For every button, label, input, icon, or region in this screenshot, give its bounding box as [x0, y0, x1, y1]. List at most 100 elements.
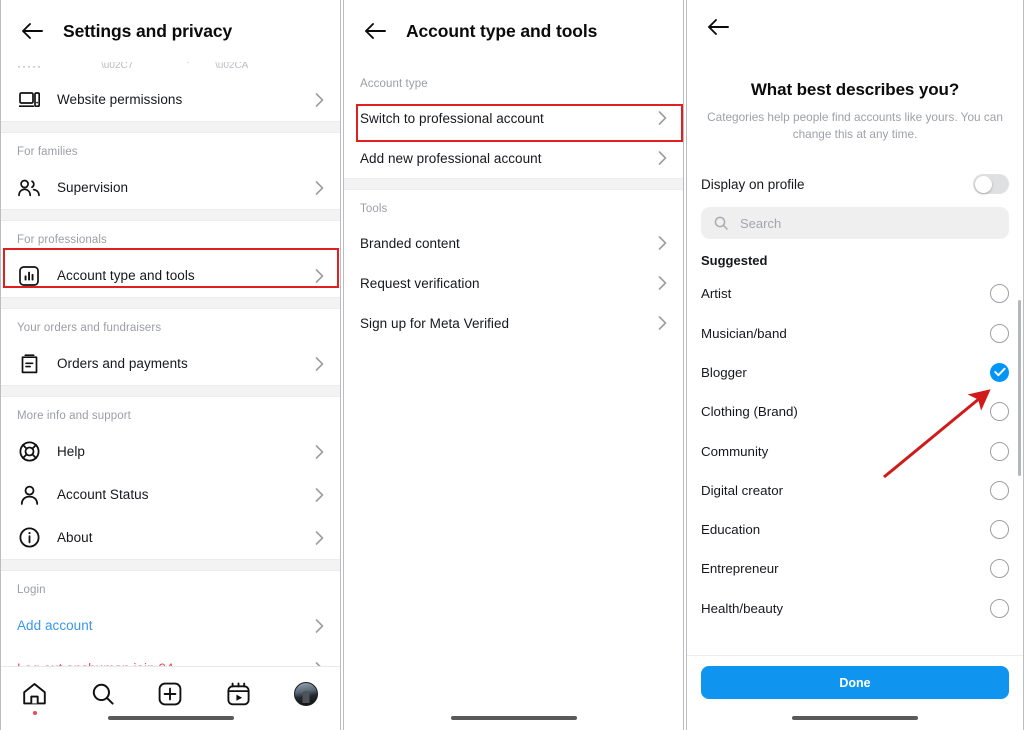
- panel-what-best-describes-you: What best describes you? Categories help…: [686, 0, 1024, 730]
- home-indicator-bar: [107, 715, 234, 720]
- section-divider: [1, 385, 340, 397]
- nav-reels-button[interactable]: [216, 677, 260, 711]
- category-label: Artist: [701, 286, 732, 302]
- chevron-right-icon: [312, 356, 326, 371]
- category-radio[interactable]: [990, 441, 1009, 461]
- section-label-more-info: More info and support: [17, 410, 131, 422]
- category-label: Health/beauty: [701, 600, 784, 616]
- list-item-switch-to-professional-account[interactable]: Switch to professional account: [344, 98, 683, 138]
- section-divider: [344, 178, 683, 190]
- list-item-label: Branded content: [360, 235, 460, 251]
- category-label: Community: [701, 443, 769, 459]
- panel1-header: Settings and privacy: [1, 0, 340, 62]
- sidebar-item-about[interactable]: About: [1, 516, 340, 559]
- sidebar-item-label: Supervision: [57, 180, 129, 195]
- chevron-right-icon: [312, 618, 326, 633]
- category-label: Education: [701, 522, 761, 538]
- page-subtitle: Categories help people find accounts lik…: [707, 110, 1003, 142]
- section-label-for-families: For families: [17, 146, 78, 158]
- sidebar-item-label: Account type and tools: [57, 268, 195, 283]
- category-label: Musician/band: [701, 325, 787, 341]
- section-label-tools: Tools: [360, 203, 388, 215]
- category-row-musician-band[interactable]: Musician/band: [687, 313, 1023, 352]
- sidebar-item-account-type-and-tools[interactable]: Account type and tools: [1, 254, 340, 297]
- category-radio[interactable]: [990, 480, 1009, 500]
- category-row-digital-creator[interactable]: Digital creator: [687, 471, 1023, 510]
- search-icon: [713, 216, 728, 231]
- home-indicator-bar: [792, 715, 918, 720]
- category-label: Digital creator: [701, 482, 784, 498]
- sidebar-item-account-status[interactable]: Account Status: [1, 473, 340, 516]
- category-label: Entrepreneur: [701, 561, 779, 577]
- home-active-dot: [32, 711, 37, 715]
- category-radio[interactable]: [990, 402, 1009, 422]
- category-radio[interactable]: [990, 323, 1009, 343]
- category-radio-selected[interactable]: [990, 362, 1009, 382]
- chevron-right-icon: [655, 151, 669, 165]
- category-row-community[interactable]: Community: [687, 431, 1023, 470]
- list-item-request-verification[interactable]: Request verification: [344, 263, 683, 303]
- sidebar-item-help[interactable]: Help: [1, 430, 340, 473]
- nav-search-button[interactable]: [81, 677, 125, 711]
- chevron-right-icon: [312, 268, 326, 283]
- panel-account-type-and-tools: Account type and tools Account type Swit…: [343, 0, 684, 730]
- section-divider: [1, 121, 340, 133]
- website-permissions-icon: [17, 88, 41, 112]
- sidebar-item-orders-and-payments[interactable]: Orders and payments: [1, 342, 340, 385]
- sidebar-item-label: Website permissions: [57, 92, 183, 107]
- nav-profile-button[interactable]: [284, 677, 328, 711]
- lifebuoy-icon: [17, 440, 41, 464]
- chevron-right-icon: [312, 92, 326, 107]
- done-button[interactable]: Done: [701, 666, 1009, 699]
- chevron-right-icon: [655, 276, 669, 290]
- page-title: What best describes you?: [750, 80, 960, 99]
- sidebar-item-website-permissions[interactable]: Website permissions: [1, 78, 340, 121]
- search-input[interactable]: [738, 214, 997, 232]
- section-divider: [1, 559, 340, 571]
- display-on-profile-toggle[interactable]: [973, 174, 1009, 195]
- clipped-tick-3: \u02CA: [215, 62, 249, 71]
- search-box[interactable]: [701, 207, 1009, 240]
- section-label-login: Login: [17, 584, 46, 596]
- sidebar-item-label: Account Status: [57, 487, 149, 502]
- section-label-account-type: Account type: [360, 78, 428, 90]
- back-arrow-icon[interactable]: [17, 16, 47, 46]
- back-arrow-icon[interactable]: [703, 12, 733, 42]
- vertical-scrollbar[interactable]: [1017, 300, 1021, 476]
- category-row-entrepreneur[interactable]: Entrepreneur: [687, 549, 1023, 588]
- category-row-health-beauty[interactable]: Health/beauty: [687, 589, 1023, 628]
- chevron-right-icon: [312, 180, 326, 195]
- clipped-row-dots: ·····: [17, 62, 42, 73]
- category-radio[interactable]: [990, 559, 1009, 579]
- chevron-right-icon: [655, 111, 669, 125]
- sidebar-item-label: Add account: [17, 618, 93, 633]
- suggested-header: Suggested: [701, 253, 768, 269]
- home-indicator-bar: [450, 715, 577, 720]
- category-row-education[interactable]: Education: [687, 510, 1023, 549]
- list-item-add-new-professional-account[interactable]: Add new professional account: [344, 138, 683, 178]
- section-divider: [1, 297, 340, 309]
- category-row-artist[interactable]: Artist: [687, 274, 1023, 313]
- chevron-right-icon: [312, 444, 326, 459]
- category-radio[interactable]: [990, 520, 1009, 540]
- sidebar-item-label: About: [57, 530, 93, 545]
- panel3-header: [687, 0, 1023, 54]
- category-row-blogger[interactable]: Blogger: [687, 353, 1023, 392]
- sidebar-item-label: Help: [57, 444, 85, 459]
- nav-home-button[interactable]: [13, 677, 57, 715]
- category-row-clothing-brand[interactable]: Clothing (Brand): [687, 392, 1023, 431]
- chart-bars-icon: [17, 264, 41, 288]
- three-panel-screenshot: Settings and privacy ····· \u02C7 ' \u02…: [0, 0, 1024, 730]
- sidebar-item-supervision[interactable]: Supervision: [1, 166, 340, 209]
- category-radio[interactable]: [990, 284, 1009, 304]
- list-item-branded-content[interactable]: Branded content: [344, 223, 683, 263]
- list-item-sign-up-for-meta-verified[interactable]: Sign up for Meta Verified: [344, 303, 683, 343]
- list-item-label: Sign up for Meta Verified: [360, 315, 510, 331]
- sidebar-item-add-account[interactable]: Add account: [1, 604, 340, 647]
- chevron-right-icon: [312, 530, 326, 545]
- panel2-header: Account type and tools: [344, 0, 683, 62]
- category-radio[interactable]: [990, 598, 1009, 618]
- category-label: Blogger: [701, 364, 747, 380]
- back-arrow-icon[interactable]: [360, 16, 390, 46]
- nav-create-button[interactable]: [148, 677, 192, 711]
